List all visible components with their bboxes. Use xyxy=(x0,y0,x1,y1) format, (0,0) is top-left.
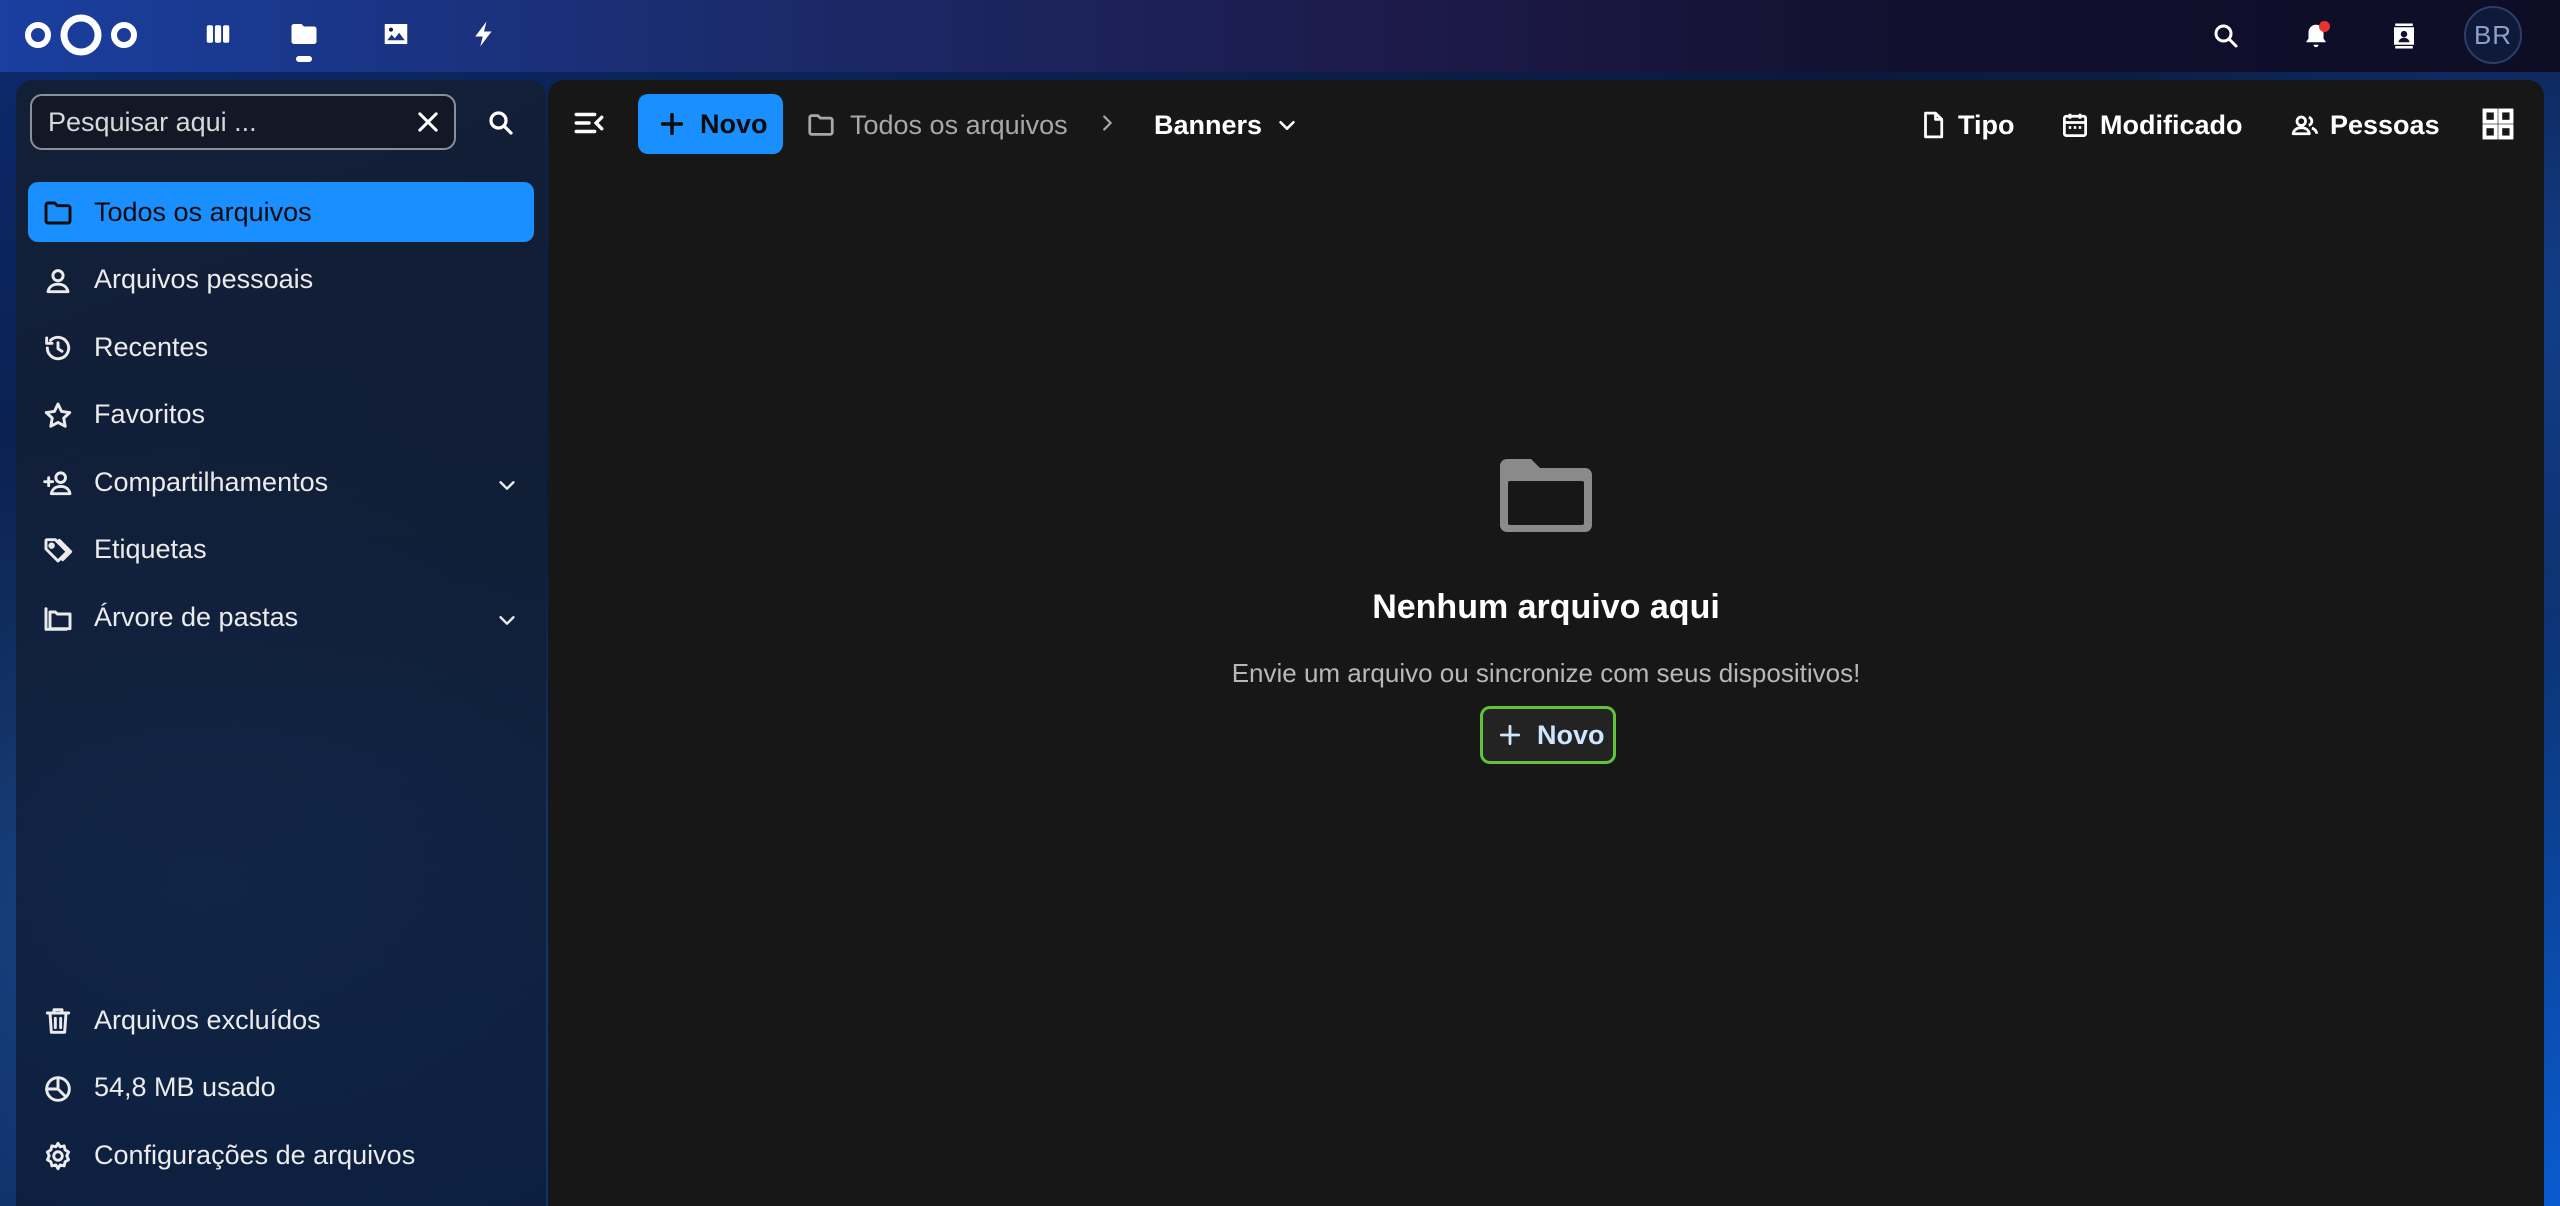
breadcrumb-current[interactable]: Banners xyxy=(1154,104,1298,146)
sidebar-item-label: Arquivos excluídos xyxy=(94,1004,321,1035)
sidebar-item-label: Todos os arquivos xyxy=(94,196,312,227)
sidebar-item-favorites[interactable]: Favoritos xyxy=(28,385,534,445)
search-input[interactable] xyxy=(48,106,408,138)
chevron-down-icon[interactable] xyxy=(496,472,518,494)
sidebar-item-all-files[interactable]: Todos os arquivos xyxy=(28,182,534,242)
user-icon xyxy=(42,265,74,297)
sidebar-item-label: Configurações de arquivos xyxy=(94,1139,416,1170)
sidebar-search xyxy=(30,94,456,150)
sidebar-item-files-settings[interactable]: Configurações de arquivos xyxy=(28,1125,534,1185)
breadcrumb-root-label: Todos os arquivos xyxy=(850,109,1068,140)
chevron-down-icon[interactable] xyxy=(496,607,518,629)
new-button[interactable]: Novo xyxy=(638,94,783,154)
filter-people-label: Pessoas xyxy=(2330,109,2440,140)
toggle-navigation-icon[interactable] xyxy=(572,106,606,140)
folder-icon[interactable] xyxy=(284,14,324,54)
sidebar-item-tags[interactable]: Etiquetas xyxy=(28,520,534,580)
nextcloud-logo[interactable] xyxy=(22,12,140,58)
pie-chart-icon xyxy=(42,1073,74,1105)
star-icon xyxy=(42,400,74,432)
main-content: Novo Todos os arquivos Banners Tipo Modi… xyxy=(548,80,2544,1206)
sidebar-footer: Arquivos excluídos 54,8 MB usado Configu… xyxy=(28,990,534,1193)
filter-type-label: Tipo xyxy=(1958,109,2015,140)
image-icon[interactable] xyxy=(376,14,416,54)
empty-state-new-button[interactable]: Novo xyxy=(1480,706,1616,764)
chevron-down-icon xyxy=(1279,120,1295,130)
sidebar-item-folder-tree[interactable]: Árvore de pastas xyxy=(28,587,534,647)
empty-state-description: Envie um arquivo ou sincronize com seus … xyxy=(1231,658,1861,688)
plus-icon xyxy=(1497,722,1523,748)
sidebar-item-shares[interactable]: Compartilhamentos xyxy=(28,452,534,512)
top-header: BR xyxy=(0,0,2560,72)
sidebar-item-label: Etiquetas xyxy=(94,534,207,564)
sidebar: Todos os arquivos Arquivos pessoais Rece… xyxy=(16,80,546,1206)
filter-type-button[interactable]: Tipo xyxy=(1918,104,2015,146)
gear-icon xyxy=(42,1140,74,1172)
breadcrumb-current-label: Banners xyxy=(1154,109,1263,140)
calendar-icon xyxy=(2063,113,2087,137)
folder-icon xyxy=(42,197,74,229)
breadcrumb-root[interactable]: Todos os arquivos xyxy=(806,104,1068,146)
sidebar-item-personal-files[interactable]: Arquivos pessoais xyxy=(28,250,534,310)
folder-icon xyxy=(808,114,834,136)
bolt-icon[interactable] xyxy=(464,14,504,54)
filter-modified-label: Modificado xyxy=(2100,109,2243,140)
sidebar-item-label: Compartilhamentos xyxy=(94,466,329,497)
sidebar-item-recent[interactable]: Recentes xyxy=(28,317,534,377)
dashboard-icon[interactable] xyxy=(198,14,238,54)
chevron-right-icon xyxy=(1096,112,1118,134)
search-icon[interactable] xyxy=(2204,14,2248,58)
sidebar-nav: Todos os arquivos Arquivos pessoais Rece… xyxy=(28,182,534,655)
close-icon[interactable] xyxy=(414,108,442,136)
storage-usage-label: 54,8 MB usado xyxy=(94,1072,276,1102)
folder-tree-icon xyxy=(42,602,74,634)
sidebar-item-label: Árvore de pastas xyxy=(94,601,299,632)
avatar[interactable]: BR xyxy=(2464,6,2522,64)
contacts-icon[interactable] xyxy=(2382,14,2426,58)
sidebar-item-label: Favoritos xyxy=(94,399,206,429)
notification-dot xyxy=(2319,21,2330,32)
new-button-label: Novo xyxy=(700,108,768,139)
filter-people-button[interactable]: Pessoas xyxy=(2290,104,2440,146)
sidebar-item-deleted-files[interactable]: Arquivos excluídos xyxy=(28,990,534,1050)
sidebar-item-label: Arquivos pessoais xyxy=(94,264,314,294)
history-icon xyxy=(42,332,74,364)
grid-view-icon[interactable] xyxy=(2480,106,2516,142)
storage-usage[interactable]: 54,8 MB usado xyxy=(28,1058,534,1118)
empty-folder-icon xyxy=(1496,454,1596,536)
active-app-indicator xyxy=(296,56,312,62)
search-icon[interactable] xyxy=(486,108,516,138)
bell-icon[interactable] xyxy=(2294,14,2338,58)
file-icon xyxy=(1924,111,1944,139)
filter-modified-button[interactable]: Modificado xyxy=(2060,104,2243,146)
share-user-icon xyxy=(42,467,74,499)
tag-icon xyxy=(42,535,74,567)
plus-icon xyxy=(658,110,686,138)
empty-state-title: Nenhum arquivo aqui xyxy=(1372,588,1720,626)
sidebar-item-label: Recentes xyxy=(94,331,209,362)
empty-state-new-label: Novo xyxy=(1537,719,1605,750)
trash-icon xyxy=(42,1005,74,1037)
people-icon xyxy=(2291,115,2319,136)
